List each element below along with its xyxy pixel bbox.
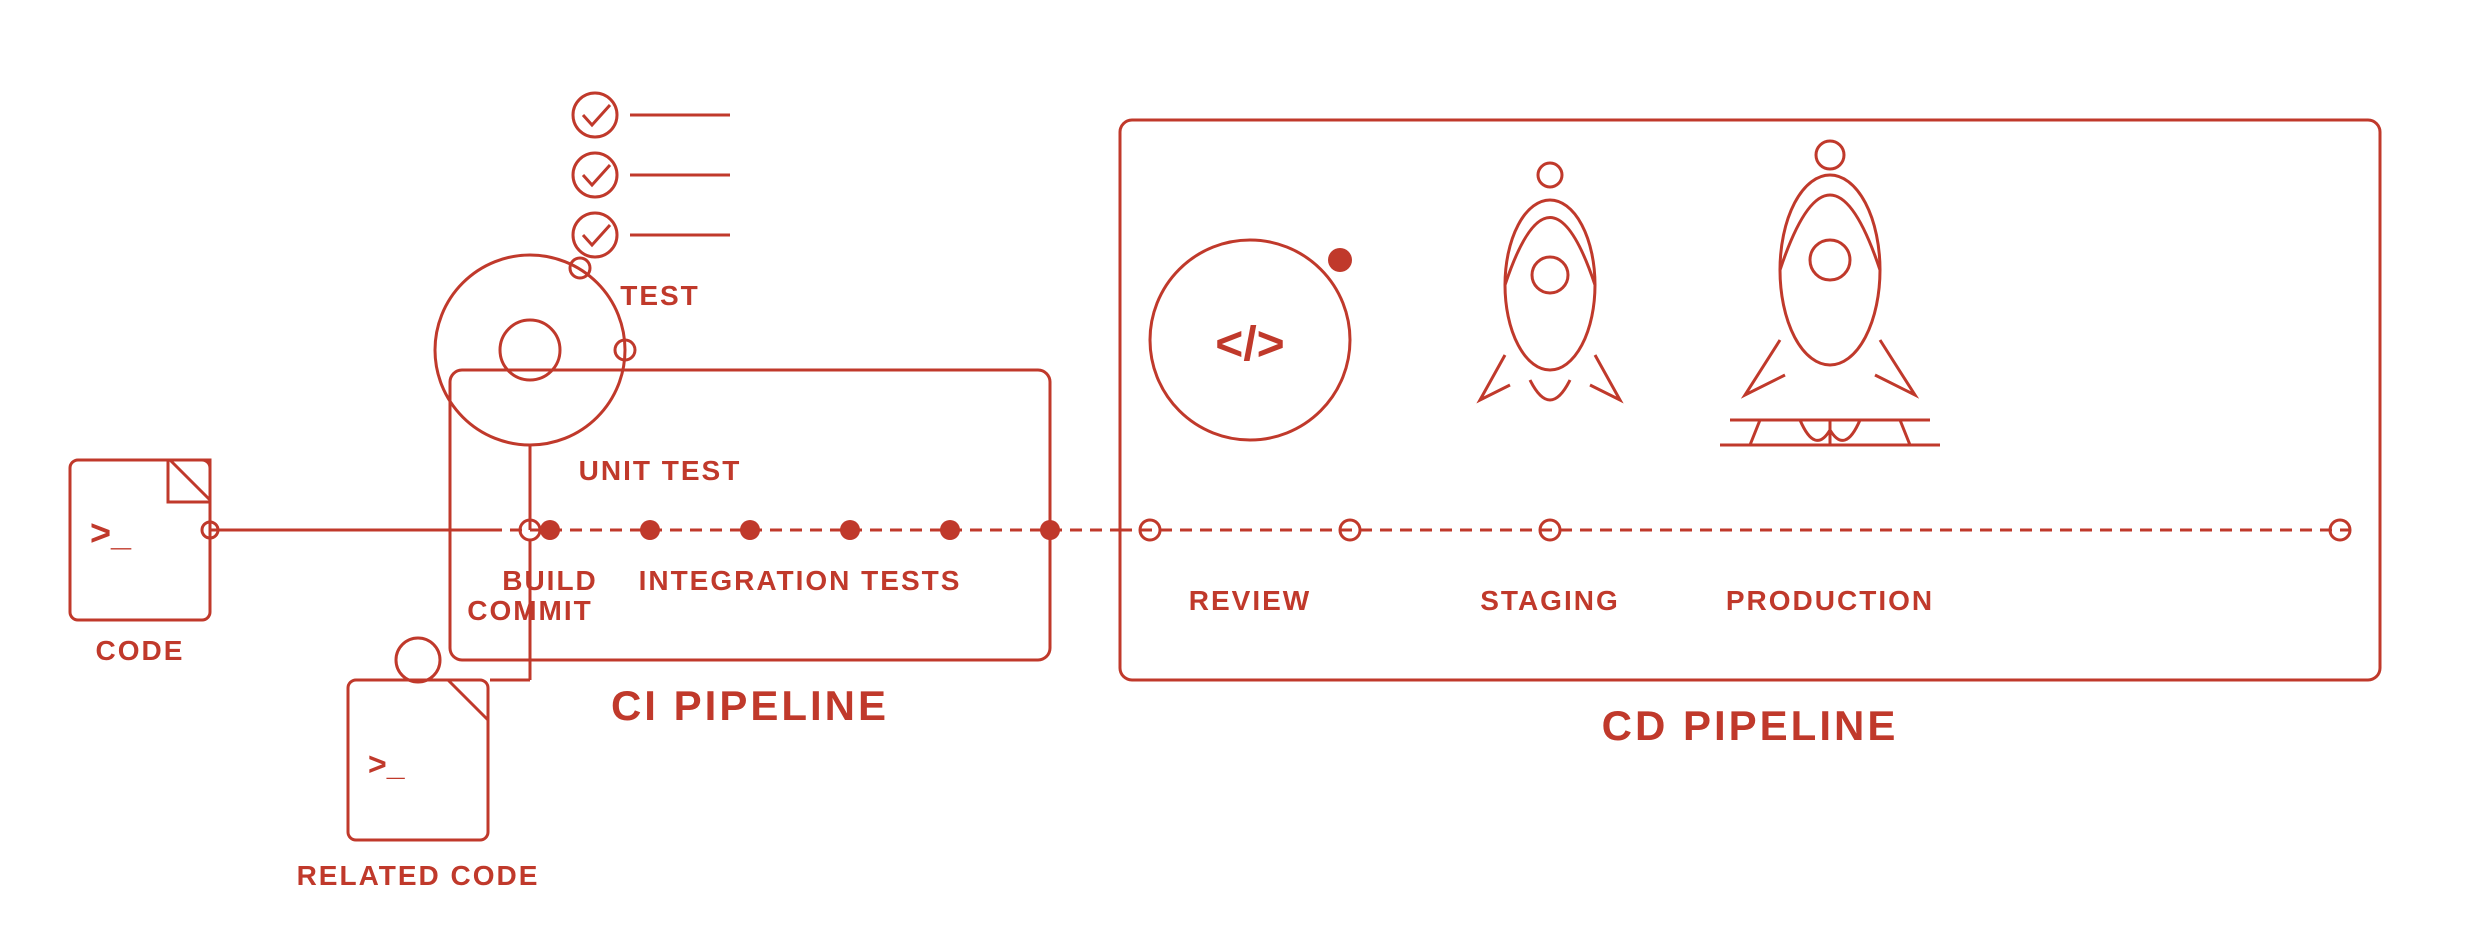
label-review: REVIEW — [1189, 585, 1311, 616]
label-ci-pipeline: CI PIPELINE — [611, 682, 889, 729]
label-code: CODE — [96, 635, 185, 666]
label-related-code: RELATED CODE — [297, 860, 540, 891]
label-build: BUILD — [502, 565, 598, 596]
svg-text:>_: >_ — [368, 746, 406, 782]
svg-text:>_: >_ — [90, 512, 132, 553]
diagram-container: .svg-stroke { stroke: #c0392b; fill: non… — [0, 0, 2468, 952]
main-diagram-svg: .svg-stroke { stroke: #c0392b; fill: non… — [0, 0, 2468, 952]
svg-text:</>: </> — [1215, 318, 1284, 371]
label-staging: STAGING — [1480, 585, 1619, 616]
label-cd-pipeline: CD PIPELINE — [1602, 702, 1899, 749]
label-unit-test: UNIT TEST — [579, 455, 742, 486]
label-integration-tests: INTEGRATION TESTS — [639, 565, 962, 596]
label-production: PRODUCTION — [1726, 585, 1934, 616]
label-test: TEST — [620, 280, 700, 311]
